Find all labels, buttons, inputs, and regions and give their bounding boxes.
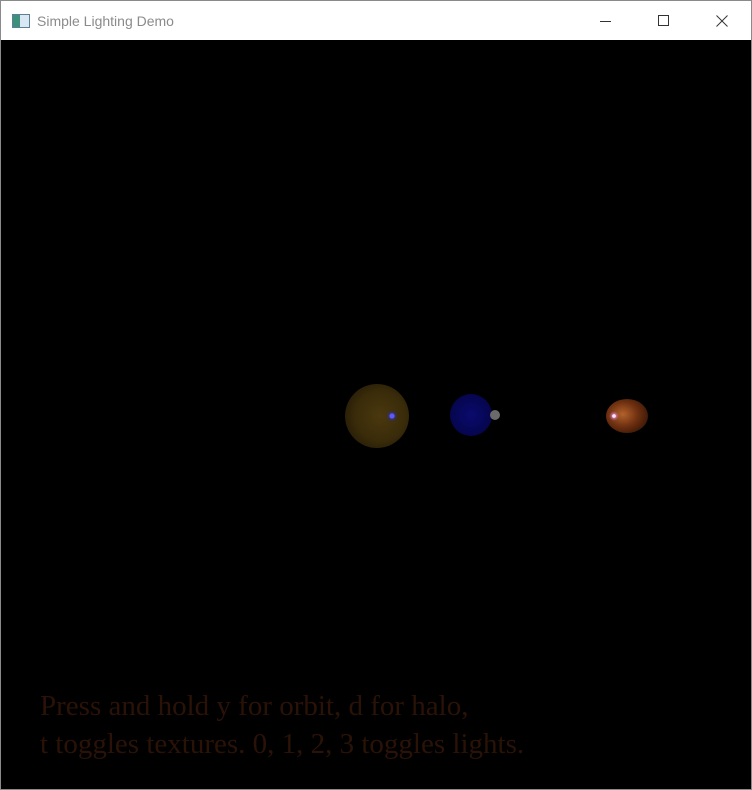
app-window: Simple Lighting Demo Press and hold y fo… <box>0 0 752 790</box>
close-icon <box>716 14 728 27</box>
app-window-icon <box>12 13 30 28</box>
opengl-viewport[interactable]: Press and hold y for orbit, d for halo, … <box>1 40 751 789</box>
caption-buttons <box>577 1 751 40</box>
blue-planet-body <box>450 394 492 436</box>
minimize-icon <box>600 20 611 22</box>
maximize-icon <box>658 14 669 26</box>
maximize-button[interactable] <box>635 1 693 40</box>
orange-planet-body <box>606 399 648 433</box>
sun-body <box>345 384 409 448</box>
minimize-button[interactable] <box>577 1 635 40</box>
help-line-1: Press and hold y for orbit, d for halo, <box>40 690 469 722</box>
help-text: Press and hold y for orbit, d for halo, … <box>40 687 524 763</box>
close-button[interactable] <box>693 1 751 40</box>
grey-moon-body <box>490 410 500 420</box>
help-line-2: t toggles textures. 0, 1, 2, 3 toggles l… <box>40 728 525 760</box>
window-title: Simple Lighting Demo <box>37 12 174 29</box>
scene-canvas <box>345 384 648 448</box>
title-bar[interactable]: Simple Lighting Demo <box>1 1 751 40</box>
